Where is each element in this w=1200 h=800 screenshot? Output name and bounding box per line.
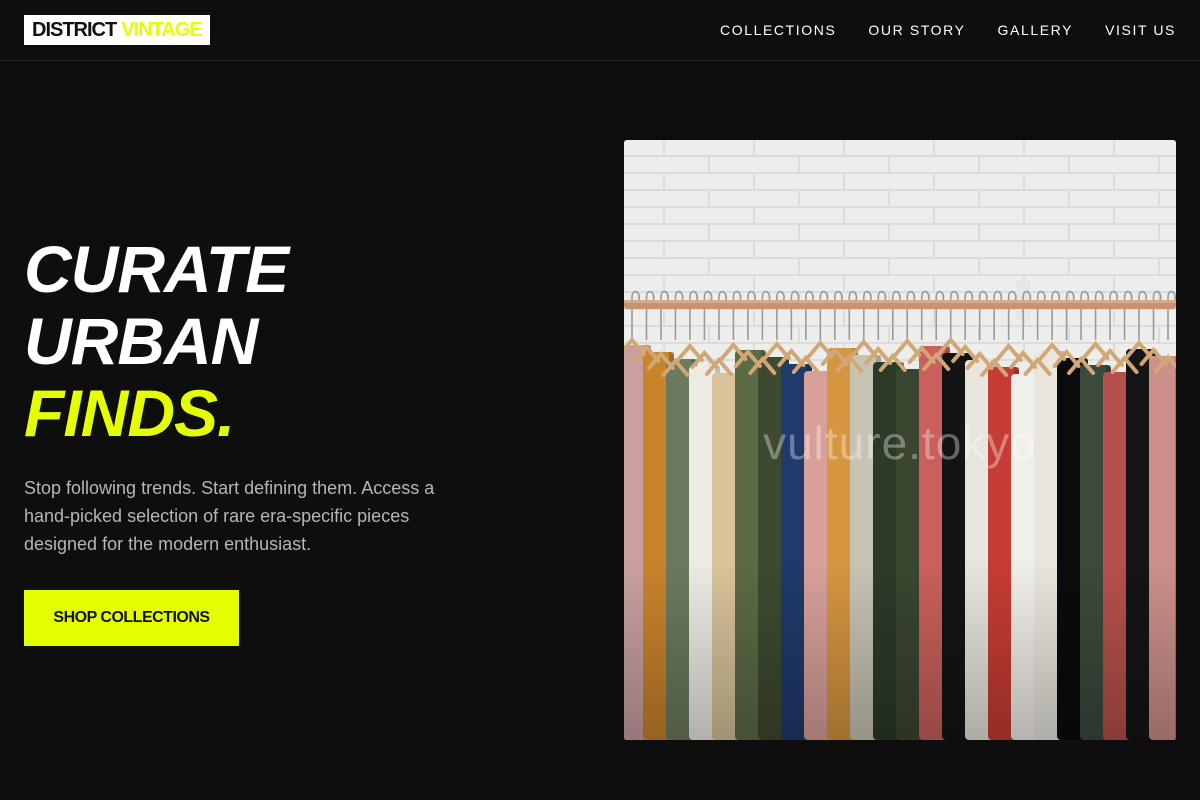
headline-line-2: URBAN: [24, 304, 258, 378]
hero-image-clothing-rack: vulture.tokyo: [624, 140, 1176, 740]
headline-line-3: FINDS.: [24, 376, 235, 450]
garment-shading: [624, 560, 1176, 740]
garments-group: [624, 345, 1176, 740]
brand-name-part1: DISTRICT: [32, 18, 117, 41]
site-header: DISTRICT VINTAGE COLLECTIONS OUR STORY G…: [0, 0, 1200, 61]
shop-collections-button[interactable]: SHOP COLLECTIONS: [24, 590, 239, 646]
main-nav: COLLECTIONS OUR STORY GALLERY VISIT US: [720, 0, 1176, 60]
hero-description: Stop following trends. Start defining th…: [24, 478, 435, 554]
nav-link-gallery[interactable]: GALLERY: [998, 22, 1074, 38]
nav-link-visit-us[interactable]: VISIT US: [1105, 22, 1176, 38]
nav-link-our-story[interactable]: OUR STORY: [868, 22, 965, 38]
hero-headline: CURATE URBAN FINDS.: [24, 233, 584, 449]
image-watermark: vulture.tokyo: [763, 417, 1037, 469]
brand-name-part2: VINTAGE: [121, 18, 202, 41]
nav-link-collections[interactable]: COLLECTIONS: [720, 22, 836, 38]
brand-logo[interactable]: DISTRICT VINTAGE: [24, 15, 210, 45]
headline-line-1: CURATE: [24, 232, 289, 306]
